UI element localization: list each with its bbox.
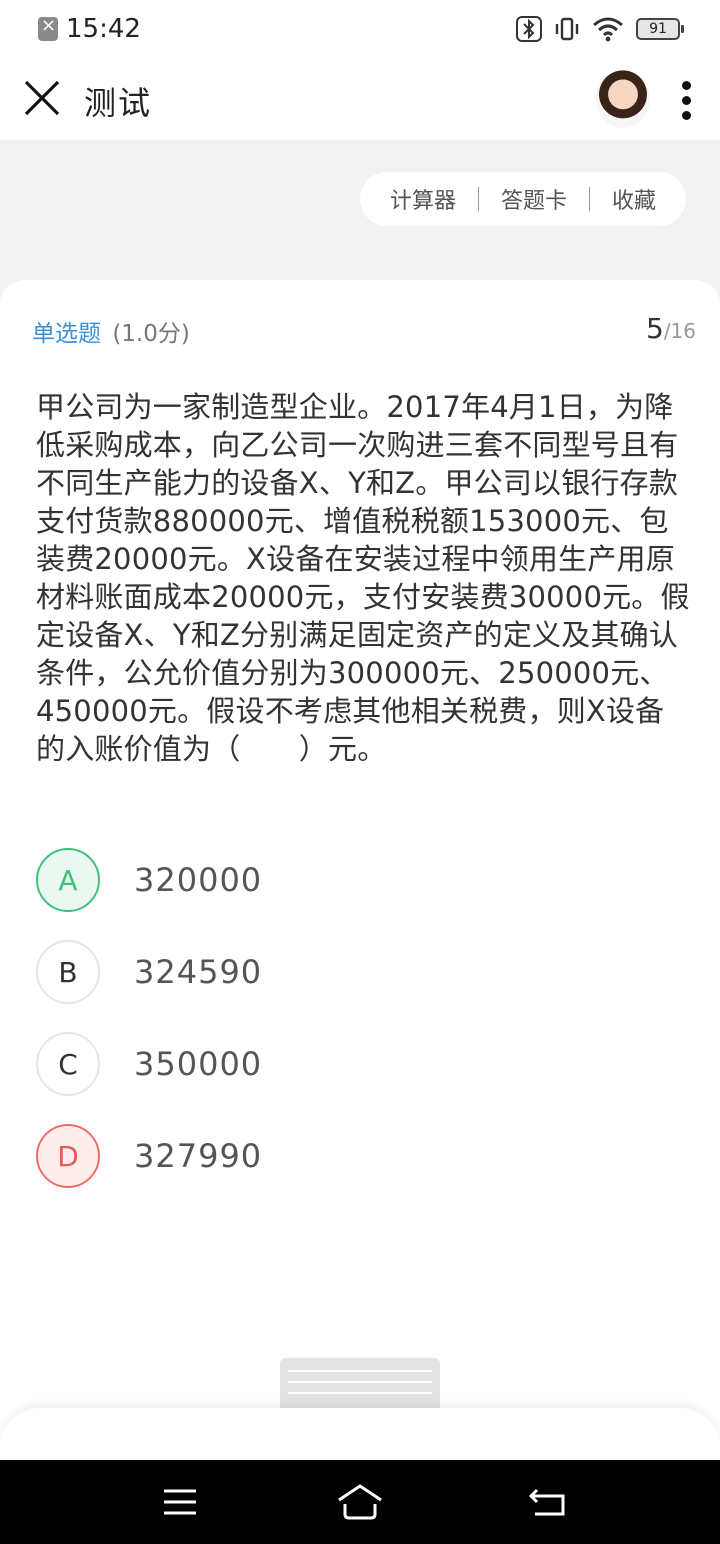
option-value: 327990 <box>134 1137 263 1175</box>
question-text: 甲公司为一家制造型企业。2017年4月1日，为降低采购成本，向乙公司一次购进三套… <box>36 390 690 766</box>
drawer-handle[interactable] <box>280 1358 440 1408</box>
option-letter: D <box>36 1124 100 1188</box>
system-navbar <box>0 1460 720 1544</box>
progress-total: /16 <box>663 319 696 343</box>
progress-current: 5 <box>645 312 664 345</box>
option-d[interactable]: D 327990 <box>36 1124 676 1188</box>
option-c[interactable]: C 350000 <box>36 1032 676 1096</box>
calculator-button[interactable]: 计算器 <box>380 183 466 215</box>
option-value: 350000 <box>134 1045 263 1083</box>
exam-toolbar: 计算器 答题卡 收藏 <box>360 172 686 226</box>
option-value: 320000 <box>134 861 263 899</box>
menu-icon[interactable] <box>155 1482 205 1522</box>
question-type: 单选题 <box>32 321 101 347</box>
option-a[interactable]: A 320000 <box>36 848 676 912</box>
app-header: 测试 <box>0 56 720 140</box>
bottom-sheet[interactable] <box>0 1408 720 1468</box>
status-bar: 15:42 91 <box>0 0 720 56</box>
back-icon[interactable] <box>523 1482 573 1522</box>
battery-icon: 91 <box>636 18 684 40</box>
option-letter: C <box>36 1032 100 1096</box>
option-b[interactable]: B 324590 <box>36 940 676 1004</box>
page-title: 测试 <box>84 84 153 122</box>
status-icons: 91 <box>516 14 684 44</box>
more-icon[interactable] <box>678 78 694 122</box>
question-score: (1.0分) <box>112 321 190 347</box>
close-icon[interactable] <box>22 78 62 118</box>
favorite-button[interactable]: 收藏 <box>602 183 666 215</box>
toolbar-divider <box>477 187 479 211</box>
notification-icon <box>38 15 58 41</box>
vibrate-icon <box>555 17 579 41</box>
toolbar-divider <box>588 187 590 211</box>
avatar[interactable] <box>596 70 650 128</box>
question-type-label: 单选题 (1.0分) <box>32 314 190 348</box>
option-value: 324590 <box>134 953 263 991</box>
question-card: 单选题 (1.0分) 5/16 甲公司为一家制造型企业。2017年4月1日，为降… <box>0 280 720 1460</box>
question-progress: 5/16 <box>646 312 696 345</box>
bluetooth-icon <box>516 16 542 42</box>
option-letter: A <box>36 848 100 912</box>
answer-card-button[interactable]: 答题卡 <box>491 183 577 215</box>
wifi-icon <box>593 17 623 42</box>
status-time: 15:42 <box>66 14 141 44</box>
option-letter: B <box>36 940 100 1004</box>
home-icon[interactable] <box>335 1482 385 1522</box>
